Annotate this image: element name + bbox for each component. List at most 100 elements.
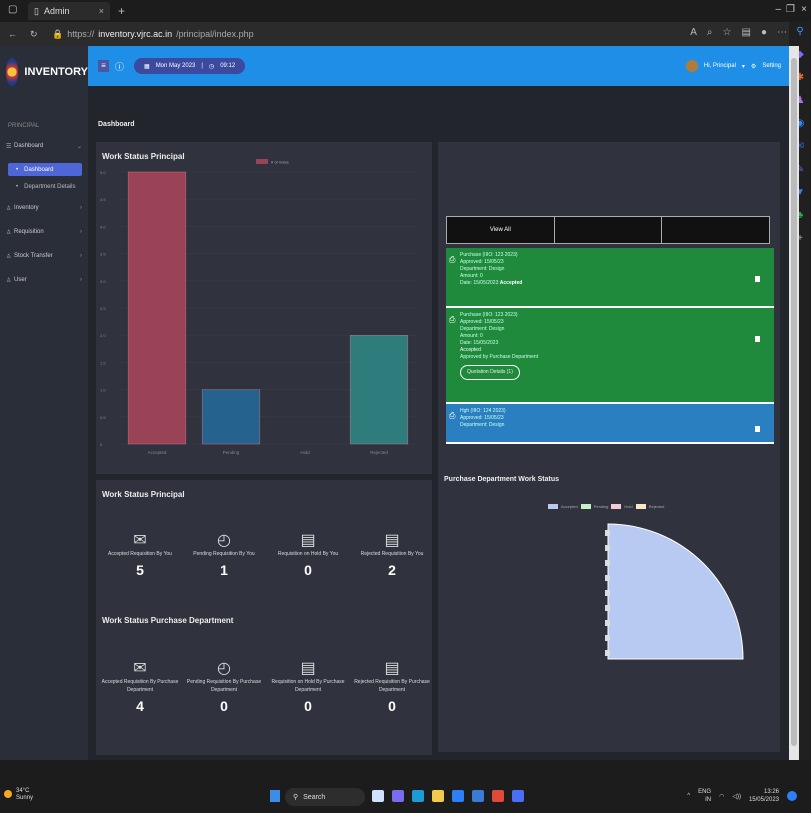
profile-icon[interactable]: ● [761,27,767,38]
clock-check-icon: ◴ [217,660,231,677]
read-aloud-icon[interactable]: A [690,27,697,38]
task-view-icon[interactable] [372,790,384,802]
sidebar-item-dashboard[interactable]: ☰ Dashboard ⌄ [0,139,88,153]
volume-icon[interactable]: ◁)) [732,793,741,800]
user-menu[interactable]: Hi, Principal [704,63,736,69]
teams-icon[interactable] [392,790,404,802]
tab-3[interactable] [662,217,769,243]
taskbar-search[interactable]: ⚲ Search [285,788,365,806]
windows-taskbar: 34°C Sunny ⚲ Search ^ ENG IN ◠ ◁)) 13:26… [0,760,811,813]
legend-swatch [611,504,622,509]
printer-icon[interactable]: ⎙ [449,412,455,420]
req-line: Approved: 15/05/23 [460,415,504,421]
sidebar-subitem-dashboard[interactable]: Dashboard [8,163,82,176]
brand[interactable]: INVENTORY [0,46,88,98]
status-badge: Accepted [460,347,481,353]
stat-label: Rejected Requisition By You [360,551,424,557]
refresh-icon[interactable]: ↻ [30,29,44,40]
mail-icon[interactable] [472,790,484,802]
browser-tabbar: ▢ ▯ Admin × + – ❐ × [0,0,811,22]
stat-label: Pending Requisition By Purchase Departme… [186,679,262,693]
chevron-right-icon: › [80,205,82,211]
windows-start-icon[interactable] [270,790,280,802]
requisition-item[interactable]: ⎙ Purchase (IIIO: 123 2023) Approved: 15… [446,308,774,404]
sidebar-item-requisition[interactable]: ♙ Requisition › [0,225,88,239]
brand-name: INVENTORY [24,66,88,78]
clock[interactable]: 13:26 15/05/2023 [749,788,779,804]
requisition-item[interactable]: ⎙ Hgh (IIIO: 124 2023) Approved: 15/05/2… [446,404,774,444]
requisition-list[interactable]: ⎙ Purchase (IIIO: 123 2023) Approved: 15… [446,248,774,444]
back-icon[interactable]: ← [8,29,22,39]
y-tick-label: 0.5 [100,415,106,420]
setting-link[interactable]: Setting [762,63,781,69]
edge-icon[interactable] [412,790,424,802]
zoom-icon[interactable]: ⌕ [707,27,713,38]
legend-label: Rejected [648,504,665,509]
polar-tick [605,605,610,611]
explorer-icon[interactable] [432,790,444,802]
legend-label: # of Votes [271,160,289,165]
url-scheme: https:// [67,29,95,39]
wifi-icon[interactable]: ◠ [719,793,724,800]
restore-icon[interactable]: ❐ [786,4,795,15]
browser-tab[interactable]: ▯ Admin × [28,2,110,20]
stat-rejected-principal: ▤ Rejected Requisition By You 2 [352,530,432,578]
search-icon[interactable]: ⚲ [796,26,803,37]
printer-icon[interactable]: ⎙ [449,316,455,324]
window-menu-icon[interactable]: ▢ [8,4,17,15]
server-icon: ▤ [300,660,316,677]
stat-value: 0 [304,698,312,714]
legend-label: Accepted [561,504,578,509]
store-icon[interactable] [452,790,464,802]
weather-sun-icon [4,790,12,798]
url-field[interactable]: 🔒 https://inventory.vjrc.ac.in/principal… [52,29,254,40]
stat-label: Pending Requisition By You [193,551,255,557]
clock-time: 13:26 [763,789,779,795]
y-tick-label: 4.5 [100,197,106,202]
close-window-icon[interactable]: × [801,4,807,15]
chrome-icon[interactable] [492,790,504,802]
close-tab-icon[interactable]: × [99,6,104,16]
chevron-up-icon[interactable]: ^ [687,793,690,799]
app-topbar: ≡ ⓘ ▦ Mon May 2023 | ◷ 09:12 Hi, Princip… [88,46,789,86]
tab-2[interactable] [555,217,663,243]
req-date: Date: 15/05/2023 [460,280,499,286]
weather-widget[interactable]: 34°C Sunny [16,788,33,802]
app-icon[interactable] [512,790,524,802]
search-label: Search [303,793,326,801]
legend-label: Pending [593,504,609,509]
scrollbar-thumb[interactable] [791,58,797,746]
requisition-item[interactable]: ⎙ Purchase (IIIO: 123 2023) Approved: 15… [446,248,774,308]
sidebar-item-label: Stock Transfer [14,253,53,259]
favorite-icon[interactable]: ☆ [723,27,732,38]
x-tick-label: Accepted [148,450,167,455]
page-scrollbar[interactable] [789,46,799,760]
page-title: Dashboard [98,121,135,128]
sidebar-item-inventory[interactable]: ♙ Inventory › [0,201,88,215]
menu-toggle-icon[interactable]: ≡ [98,60,109,72]
quotation-details-button[interactable]: Quotation Details (1) [460,365,520,380]
printer-icon[interactable]: ⎙ [449,256,455,264]
section-title-principal: Work Status Principal [102,490,185,499]
more-icon[interactable]: ⋯ [777,27,787,38]
y-tick-label: 1.0 [100,388,106,393]
req-line: Purchase (IIIO: 123 2023) [460,252,518,258]
x-tick-label: Hold [300,450,310,455]
sidebar-item-stock-transfer[interactable]: ♙ Stock Transfer › [0,249,88,263]
minimize-icon[interactable]: – [775,4,781,15]
notification-icon[interactable] [787,791,797,801]
req-line: Hgh (IIIO: 124 2023) [460,408,506,414]
polar-tick [605,650,610,656]
tab-view-all[interactable]: View All [447,217,555,243]
sidebar-item-user[interactable]: ♙ User › [0,273,88,287]
info-icon[interactable]: ⓘ [115,60,124,73]
sidebar-subitem-department-details[interactable]: Department Details [8,180,82,193]
avatar[interactable] [685,60,698,72]
language-indicator[interactable]: ENG IN [698,788,711,804]
collections-icon[interactable]: ▤ [742,27,751,38]
y-tick-label: 2.0 [100,333,106,338]
new-tab-icon[interactable]: + [118,4,125,18]
clock-icon: ◷ [208,63,215,70]
search-icon: ⚲ [293,794,299,801]
stat-label: Accepted Requisition By Purchase Departm… [101,679,179,693]
